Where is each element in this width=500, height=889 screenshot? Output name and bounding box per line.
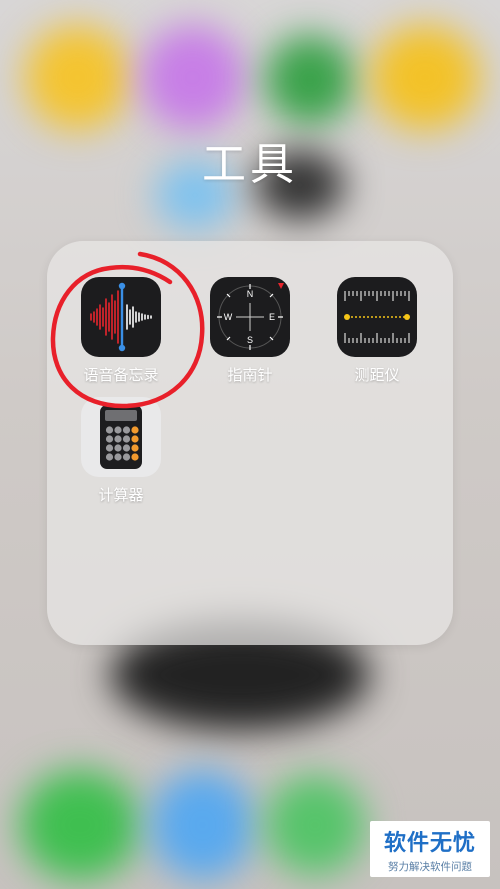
app-measure[interactable]: 测距仪: [317, 277, 437, 385]
blurred-app-yellow: [25, 25, 130, 130]
app-label: 指南针: [227, 366, 273, 384]
app-compass[interactable]: N E S W 指南针: [190, 277, 310, 385]
compass-icon: N E S W: [210, 277, 290, 357]
app-calculator[interactable]: 计算器: [61, 397, 181, 505]
measure-ruler-icon: [337, 277, 417, 357]
blurred-app-purple: [140, 25, 245, 130]
watermark-title: 软件无忧: [383, 831, 476, 856]
voice-memos-waveform-icon: [81, 277, 161, 357]
app-label: 语音备忘录: [83, 366, 159, 384]
blurred-dock-green-2: [265, 775, 365, 875]
blurred-app-green: [265, 35, 355, 125]
compass-letter-w: W: [224, 312, 233, 322]
app-label: 计算器: [98, 486, 144, 504]
folder-title: 工具: [202, 139, 298, 190]
compass-letter-e: E: [269, 312, 275, 322]
app-label: 测距仪: [354, 366, 400, 384]
watermark-subtitle: 努力解决软件问题: [388, 861, 472, 873]
folder-panel: 语音备忘录 N E S W 指南针 测距仪 计算器: [47, 241, 453, 645]
blurred-dock-blue: [150, 770, 255, 880]
watermark-badge: 软件无忧 努力解决软件问题: [370, 821, 490, 877]
compass-letter-s: S: [247, 335, 253, 345]
blurred-dock-green: [20, 770, 140, 880]
compass-letter-n: N: [247, 289, 254, 299]
calculator-icon: [81, 397, 161, 477]
app-voice-memos[interactable]: 语音备忘录: [61, 277, 181, 385]
blurred-app-orange: [370, 25, 480, 130]
